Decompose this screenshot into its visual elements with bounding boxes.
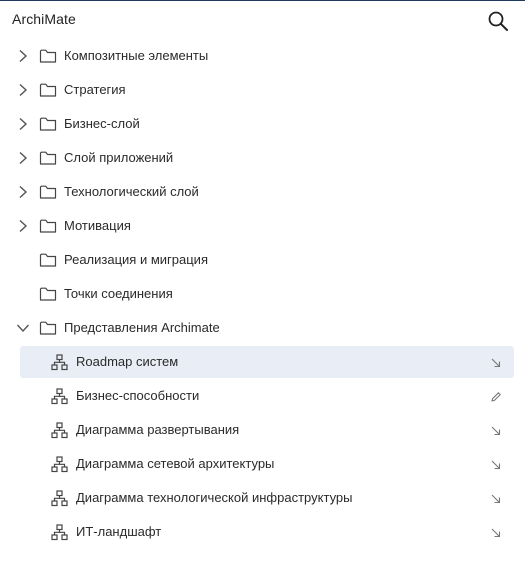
folder-icon: [39, 184, 57, 200]
tree-folder-label: Слой приложений: [64, 150, 174, 165]
tree-folder-application-layer[interactable]: Слой приложений: [0, 143, 525, 173]
tree-view-item-network-architecture[interactable]: Диаграмма сетевой архитектуры: [20, 448, 514, 480]
folder-icon: [39, 252, 57, 268]
tree-view-item-it-landscape[interactable]: ИТ-ландшафт: [20, 516, 514, 548]
tree-folder-technology-layer[interactable]: Технологический слой: [0, 177, 525, 207]
pin-icon[interactable]: [490, 526, 502, 538]
folder-icon: [39, 82, 57, 98]
tree-folder-implementation-migration[interactable]: Реализация и миграция: [0, 245, 525, 275]
tree-folder-label: Реализация и миграция: [64, 252, 208, 267]
diagram-hierarchy-icon: [51, 388, 68, 405]
tree-folder-label: Композитные элементы: [64, 48, 209, 63]
chevron-down-icon[interactable]: [16, 321, 30, 335]
pencil-icon[interactable]: [490, 390, 502, 402]
tree-view-label: ИТ-ландшафт: [76, 524, 162, 539]
pin-icon[interactable]: [490, 424, 502, 436]
tree-folder-label: Бизнес-слой: [64, 116, 140, 131]
chevron-right-icon[interactable]: [16, 151, 30, 165]
chevron-right-icon[interactable]: [16, 117, 30, 131]
chevron-right-icon[interactable]: [16, 49, 30, 63]
tree-folder-label: Технологический слой: [64, 184, 199, 199]
tree-view-label: Бизнес-способности: [76, 388, 200, 403]
folder-icon: [39, 48, 57, 64]
panel-header: ArchiMate: [0, 1, 525, 37]
tree-folder-motivation[interactable]: Мотивация: [0, 211, 525, 241]
diagram-hierarchy-icon: [51, 354, 68, 371]
diagram-hierarchy-icon: [51, 490, 68, 507]
search-icon[interactable]: [486, 9, 510, 33]
folder-icon: [39, 116, 57, 132]
folder-icon: [39, 150, 57, 166]
tree-view-item-tech-infrastructure[interactable]: Диаграмма технологической инфраструктуры: [20, 482, 514, 514]
chevron-right-icon[interactable]: [16, 219, 30, 233]
tree-folder-business-layer[interactable]: Бизнес-слой: [0, 109, 525, 139]
chevron-right-icon[interactable]: [16, 185, 30, 199]
tree-view-label: Roadmap систем: [76, 354, 179, 369]
folder-icon: [39, 286, 57, 302]
tree-folder-strategy[interactable]: Стратегия: [0, 75, 525, 105]
chevron-right-icon[interactable]: [16, 83, 30, 97]
tree-folder-composite-elements[interactable]: Композитные элементы: [0, 41, 525, 71]
panel-title: ArchiMate: [12, 11, 76, 27]
folder-icon: [39, 218, 57, 234]
pin-icon[interactable]: [490, 458, 502, 470]
diagram-hierarchy-icon: [51, 422, 68, 439]
tree-folder-label: Мотивация: [64, 218, 131, 233]
diagram-hierarchy-icon: [51, 524, 68, 541]
tree-view-label: Диаграмма технологической инфраструктуры: [76, 490, 353, 505]
tree-view-item-business-capabilities[interactable]: Бизнес-способности: [20, 380, 514, 412]
tree-folder-label: Стратегия: [64, 82, 126, 97]
tree-view-item-systems-roadmap[interactable]: Roadmap систем: [20, 346, 514, 378]
tree-folder-label: Точки соединения: [64, 286, 173, 301]
folder-icon: [39, 320, 57, 336]
tree-folder-label: Представления Archimate: [64, 320, 220, 335]
pin-icon[interactable]: [490, 356, 502, 368]
diagram-hierarchy-icon: [51, 456, 68, 473]
tree-view-label: Диаграмма развертывания: [76, 422, 240, 437]
pin-icon[interactable]: [490, 492, 502, 504]
tree-view-item-deployment-diagram[interactable]: Диаграмма развертывания: [20, 414, 514, 446]
tree-folder-junctions[interactable]: Точки соединения: [0, 279, 525, 309]
tree-folder-archimate-views[interactable]: Представления Archimate: [0, 313, 525, 343]
tree-view-label: Диаграмма сетевой архитектуры: [76, 456, 275, 471]
